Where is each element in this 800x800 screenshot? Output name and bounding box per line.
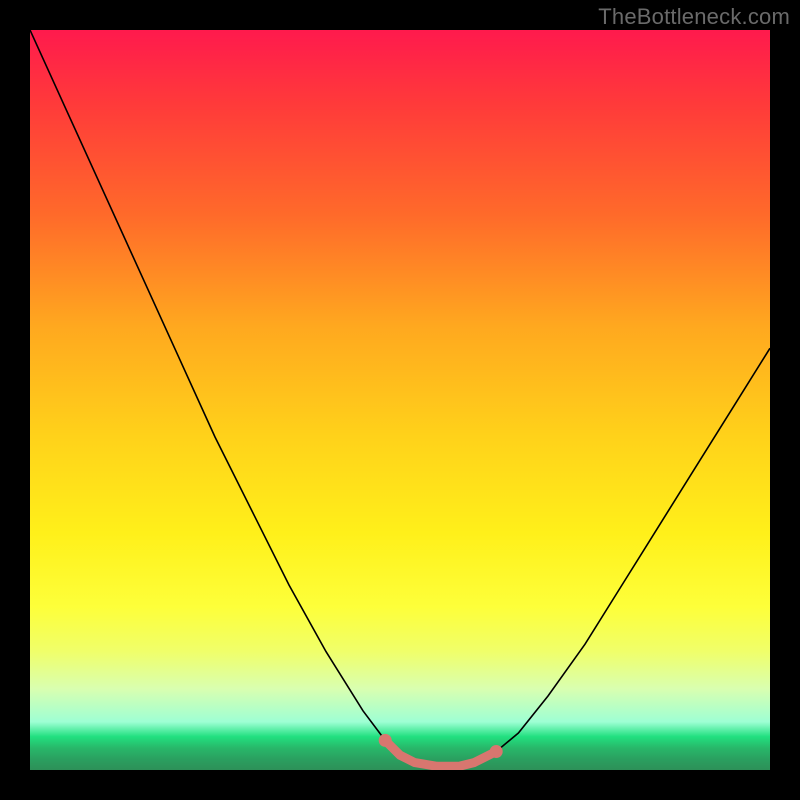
chart-svg — [30, 30, 770, 770]
watermark-text: TheBottleneck.com — [598, 4, 790, 30]
bottleneck-curve — [30, 30, 770, 766]
optimal-zone-stroke — [385, 740, 496, 766]
chart-frame: TheBottleneck.com — [0, 0, 800, 800]
plot-area — [30, 30, 770, 770]
